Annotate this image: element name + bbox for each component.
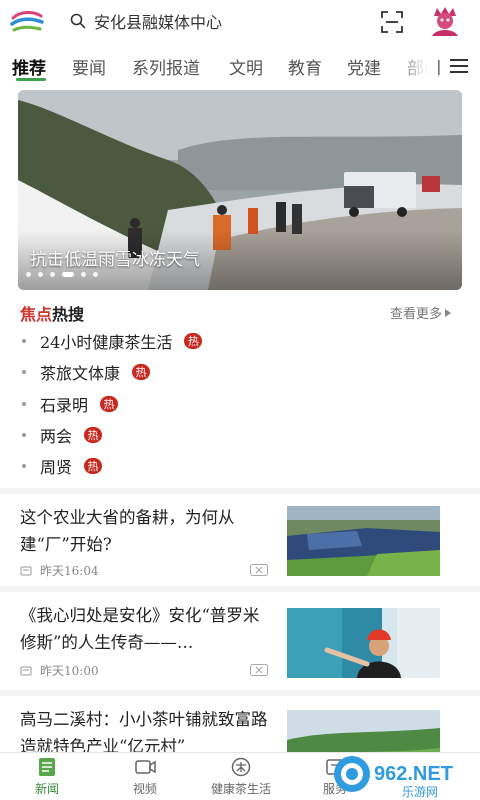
tab-fade bbox=[396, 46, 438, 84]
dismiss-icon[interactable] bbox=[250, 564, 268, 576]
news-thumbnail bbox=[287, 506, 440, 576]
nav-label: 视频 bbox=[132, 782, 157, 796]
news-meta: 昨天16:04 bbox=[20, 562, 99, 579]
tab-recommend[interactable]: 推荐 bbox=[12, 54, 46, 79]
chevron-right-icon bbox=[445, 309, 452, 317]
hot-search-label: 24小时健康茶生活 bbox=[40, 333, 173, 352]
news-time: 昨天16:04 bbox=[40, 564, 99, 578]
carousel-dot bbox=[50, 272, 55, 277]
source-icon bbox=[20, 566, 32, 575]
hot-search-label: 茶旅文体康 bbox=[40, 364, 121, 383]
section-divider bbox=[0, 488, 480, 494]
carousel-dot bbox=[81, 272, 86, 277]
bullet-icon bbox=[22, 370, 26, 374]
hot-badge: 热 bbox=[100, 396, 119, 412]
tab-headlines[interactable]: 要闻 bbox=[72, 54, 106, 79]
bullet-icon bbox=[22, 339, 26, 343]
section-divider bbox=[0, 586, 480, 592]
top-bar: 安化县融媒体中心 bbox=[0, 0, 480, 44]
bullet-icon bbox=[22, 433, 26, 437]
nav-healthy-tea[interactable]: 健康茶生活 bbox=[196, 757, 286, 797]
news-icon bbox=[39, 758, 55, 776]
news-title: 这个农业大省的备耕，为何从建“厂”开始? bbox=[20, 508, 235, 554]
menu-icon[interactable] bbox=[450, 58, 468, 74]
carousel-indicator bbox=[26, 272, 98, 277]
hot-search-item[interactable]: 石录明 热 bbox=[22, 392, 119, 416]
source-icon bbox=[20, 666, 32, 675]
carousel-dot bbox=[93, 272, 98, 277]
carousel-dot bbox=[38, 272, 43, 277]
user-avatar-icon[interactable] bbox=[428, 4, 462, 38]
hot-search-item[interactable]: 周贤 热 bbox=[22, 454, 103, 478]
news-thumbnail bbox=[287, 608, 440, 678]
news-time: 昨天10:00 bbox=[40, 664, 99, 678]
carousel-dot bbox=[26, 272, 31, 277]
banner-caption: 抗击低温雨雪冰冻天气 bbox=[30, 250, 200, 270]
hot-badge: 热 bbox=[84, 427, 103, 443]
nav-label: 新闻 bbox=[34, 782, 59, 796]
tab-civilization[interactable]: 文明 bbox=[229, 54, 263, 79]
hot-search-title-black: 热搜 bbox=[52, 305, 85, 324]
nav-video[interactable]: 视频 bbox=[100, 757, 190, 797]
carousel-dot-active bbox=[62, 272, 74, 277]
bullet-icon bbox=[22, 402, 26, 406]
tea-icon bbox=[231, 757, 251, 777]
watermark-logo: 962.NET 乐游网 bbox=[334, 756, 453, 799]
hot-search-label: 周贤 bbox=[40, 458, 73, 477]
tab-party-building[interactable]: 党建 bbox=[347, 54, 381, 79]
hot-search-label: 石录明 bbox=[40, 396, 89, 415]
bullet-icon bbox=[22, 464, 26, 468]
hot-search-title: 焦点热搜 bbox=[20, 301, 84, 325]
section-divider bbox=[0, 690, 480, 696]
search-icon bbox=[70, 13, 86, 29]
hot-search-title-red: 焦点 bbox=[20, 305, 53, 324]
nav-news[interactable]: 新闻 bbox=[2, 757, 92, 797]
news-meta: 昨天10:00 bbox=[20, 662, 99, 679]
news-title: 《我心归处是安化》安化“普罗米修斯”的人生传奇——… bbox=[20, 606, 260, 652]
scan-icon[interactable] bbox=[380, 10, 404, 34]
tab-education[interactable]: 教育 bbox=[288, 54, 322, 79]
see-more-label: 查看更多 bbox=[390, 307, 443, 322]
hot-badge: 热 bbox=[84, 458, 103, 474]
active-tab-indicator bbox=[16, 78, 46, 81]
hot-search-item[interactable]: 茶旅文体康 热 bbox=[22, 360, 151, 384]
hot-search-label: 两会 bbox=[40, 427, 73, 446]
watermark-text: 962.NET bbox=[374, 763, 453, 785]
watermark-subtext: 乐游网 bbox=[402, 785, 438, 799]
hot-badge: 热 bbox=[132, 364, 151, 380]
dismiss-icon[interactable] bbox=[250, 664, 268, 676]
hot-badge: 热 bbox=[184, 333, 203, 349]
channel-tabs: 推荐 要闻 系列报道 文明 教育 党建 部门 bbox=[0, 46, 480, 84]
see-more-link[interactable]: 查看更多 bbox=[390, 303, 452, 322]
tab-series-reports[interactable]: 系列报道 bbox=[132, 54, 200, 79]
hot-search-item[interactable]: 24小时健康茶生活 热 bbox=[22, 329, 203, 353]
app-logo bbox=[10, 11, 44, 32]
search-bar[interactable]: 安化县融媒体中心 bbox=[70, 8, 222, 34]
hot-search-item[interactable]: 两会 热 bbox=[22, 423, 103, 447]
video-icon bbox=[135, 760, 156, 774]
search-placeholder: 安化县融媒体中心 bbox=[94, 13, 223, 32]
nav-label: 健康茶生活 bbox=[210, 782, 271, 796]
banner-carousel[interactable]: 抗击低温雨雪冰冻天气 bbox=[18, 90, 462, 290]
